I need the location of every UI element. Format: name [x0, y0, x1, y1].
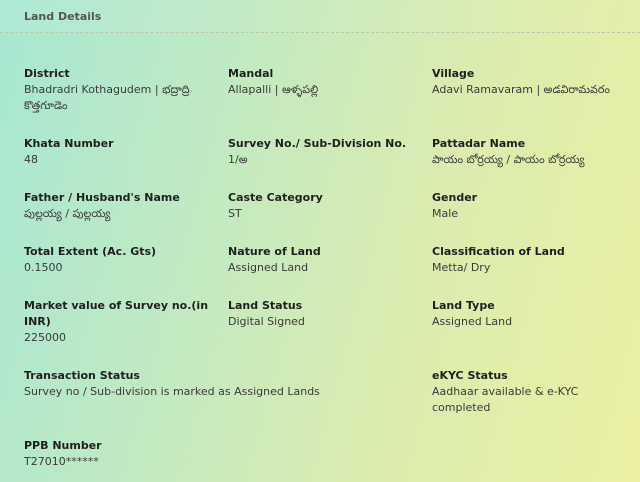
field-value: Adavi Ramavaram | అడవిరామవరం: [432, 83, 610, 96]
field-label: Caste Category: [228, 191, 323, 204]
field-label: Father / Husband's Name: [24, 191, 180, 204]
field-district: District Bhadradri Kothagudem | భద్రాద్ర…: [24, 66, 214, 114]
field-label: PPB Number: [24, 439, 102, 452]
field-value: Male: [432, 207, 459, 220]
field-label: Land Status: [228, 299, 303, 312]
field-value: Allapalli | ఆళ్ళపల్లి: [228, 83, 319, 96]
field-mandal: Mandal Allapalli | ఆళ్ళపల్లి: [228, 66, 418, 98]
field-value: 1/అ: [228, 153, 248, 166]
field-value: Survey no / Sub-division is marked as As…: [24, 385, 320, 398]
field-caste-category: Caste Category ST: [228, 190, 418, 222]
field-label: Mandal: [228, 67, 274, 80]
field-label: Land Type: [432, 299, 495, 312]
field-pattadar-name: Pattadar Name పాయం బోర్రయ్య / పాయం బోర్ర…: [432, 136, 622, 168]
field-nature-of-land: Nature of Land Assigned Land: [228, 244, 418, 276]
field-label: Transaction Status: [24, 369, 140, 382]
field-total-extent: Total Extent (Ac. Gts) 0.1500: [24, 244, 214, 276]
field-market-value: Market value of Survey no.(in INR) 22500…: [24, 298, 214, 346]
field-value: Assigned Land: [432, 315, 513, 328]
field-gender: Gender Male: [432, 190, 622, 222]
field-land-type: Land Type Assigned Land: [432, 298, 622, 330]
field-value: Assigned Land: [228, 261, 309, 274]
field-khata-number: Khata Number 48: [24, 136, 214, 168]
field-value: ST: [228, 207, 242, 220]
field-label: Nature of Land: [228, 245, 321, 258]
field-village: Village Adavi Ramavaram | అడవిరామవరం: [432, 66, 622, 98]
field-survey-number: Survey No./ Sub-Division No. 1/అ: [228, 136, 418, 168]
land-details-panel: Land Details District Bhadradri Kothagud…: [0, 0, 640, 482]
field-label: Total Extent (Ac. Gts): [24, 245, 157, 258]
field-value: పాయం బోర్రయ్య / పాయం బోర్రయ్య: [432, 153, 585, 166]
field-label: Market value of Survey no.(in INR): [24, 299, 209, 328]
field-land-status: Land Status Digital Signed: [228, 298, 418, 330]
field-value: పుల్లయ్య / పుల్లయ్య: [24, 207, 111, 220]
field-label: Survey No./ Sub-Division No.: [228, 137, 407, 150]
field-value: Metta/ Dry: [432, 261, 491, 274]
field-label: Classification of Land: [432, 245, 565, 258]
field-value: Aadhaar available & e-KYC completed: [432, 385, 579, 414]
field-value: Bhadradri Kothagudem | భద్రాద్రి కొత్తగూ…: [24, 83, 190, 112]
field-label: District: [24, 67, 70, 80]
field-transaction-status: Transaction Status Survey no / Sub-divis…: [24, 368, 404, 400]
field-label: Khata Number: [24, 137, 114, 150]
field-label: Pattadar Name: [432, 137, 526, 150]
field-value: Digital Signed: [228, 315, 305, 328]
field-value: 48: [24, 153, 38, 166]
field-value: 0.1500: [24, 261, 63, 274]
field-value: T27010******: [24, 455, 99, 468]
panel-header: Land Details: [0, 0, 640, 33]
field-ppb-number: PPB Number T27010******: [24, 438, 214, 470]
field-label: Gender: [432, 191, 478, 204]
field-father-name: Father / Husband's Name పుల్లయ్య / పుల్ల…: [24, 190, 214, 222]
field-label: eKYC Status: [432, 369, 508, 382]
field-label: Village: [432, 67, 475, 80]
field-ekyc-status: eKYC Status Aadhaar available & e-KYC co…: [432, 368, 622, 416]
field-value: 225000: [24, 331, 66, 344]
panel-title: Land Details: [24, 9, 102, 23]
field-classification: Classification of Land Metta/ Dry: [432, 244, 622, 276]
